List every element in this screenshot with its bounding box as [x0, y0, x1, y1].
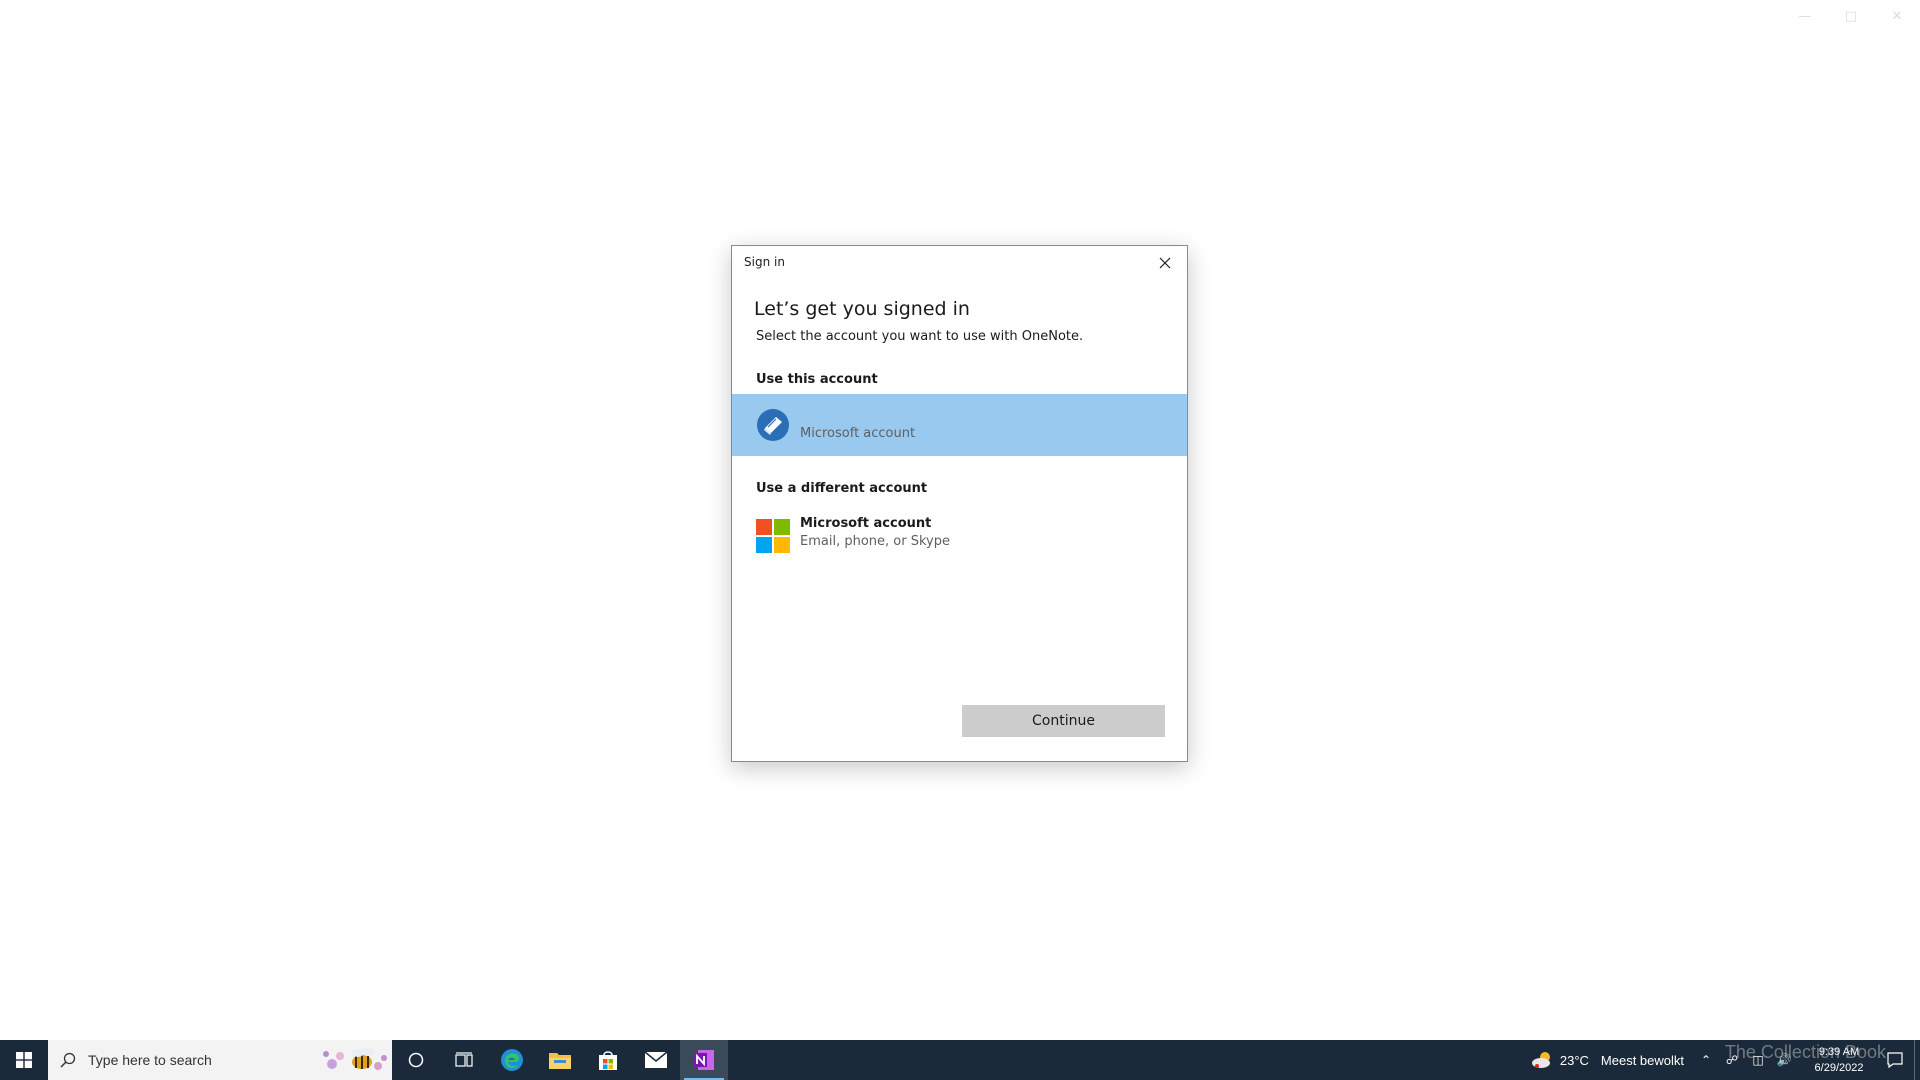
- close-window-icon[interactable]: ✕: [1874, 0, 1920, 32]
- weather-widget[interactable]: 23°C Meest bewolkt: [1530, 1050, 1684, 1070]
- show-desktop-button[interactable]: [1914, 1040, 1920, 1080]
- continue-button[interactable]: Continue: [962, 705, 1165, 737]
- use-different-account-label: Use a different account: [756, 481, 928, 496]
- microsoft-logo-icon: [756, 519, 790, 553]
- taskbar-file-explorer[interactable]: [536, 1040, 584, 1080]
- clock-date: 6/29/2022: [1814, 1062, 1864, 1074]
- close-icon: [1159, 257, 1171, 269]
- task-view-icon: [455, 1052, 473, 1067]
- use-this-account-label: Use this account: [756, 372, 878, 387]
- taskbar-mail[interactable]: [632, 1040, 680, 1080]
- weather-temperature: 23°C: [1559, 1052, 1589, 1068]
- taskbar: Type here to search 23°C Meest bewolkt ⌃…: [0, 1040, 1920, 1080]
- windows-logo-icon: [16, 1052, 32, 1068]
- dialog-subtext: Select the account you want to use with …: [756, 329, 1084, 344]
- speaker-icon[interactable]: 🔊: [1772, 1040, 1796, 1080]
- action-center-button[interactable]: [1876, 1040, 1914, 1080]
- dialog-title: Sign in: [744, 255, 785, 269]
- taskbar-onenote[interactable]: [680, 1040, 728, 1080]
- search-placeholder: Type here to search: [88, 1052, 212, 1068]
- search-highlight-bee-icon: [323, 1048, 387, 1070]
- other-account-name: Microsoft account: [800, 516, 932, 531]
- edge-icon: [501, 1049, 523, 1071]
- taskbar-edge[interactable]: [488, 1040, 536, 1080]
- weather-description: Meest bewolkt: [1600, 1052, 1684, 1068]
- mail-icon: [644, 1051, 668, 1068]
- taskbar-search-box[interactable]: Type here to search: [48, 1040, 392, 1080]
- maximize-icon[interactable]: □: [1828, 0, 1874, 32]
- onedrive-meet-icon[interactable]: ☍: [1720, 1040, 1744, 1080]
- different-account-row[interactable]: Microsoft account Email, phone, or Skype: [732, 512, 1187, 560]
- sign-in-dialog: Sign in Let’s get you signed in Select t…: [731, 245, 1188, 762]
- onenote-notebook-icon: [757, 409, 789, 441]
- taskbar-store[interactable]: [584, 1040, 632, 1080]
- clock-time: 9:39 AM: [1818, 1046, 1860, 1058]
- file-explorer-icon: [549, 1053, 571, 1069]
- task-view-button[interactable]: [440, 1040, 488, 1080]
- selected-account-name: Microsoft account: [800, 426, 916, 441]
- notification-icon: [1887, 1052, 1903, 1068]
- minimize-icon[interactable]: —: [1782, 0, 1828, 32]
- start-button[interactable]: [0, 1040, 48, 1080]
- network-icon[interactable]: ◫: [1746, 1040, 1770, 1080]
- selected-account-row[interactable]: Microsoft account: [732, 394, 1187, 456]
- close-button[interactable]: [1151, 250, 1179, 276]
- chevron-up-icon[interactable]: ⌃: [1694, 1040, 1718, 1080]
- store-icon: [599, 1051, 617, 1070]
- system-tray: 23°C Meest bewolkt ⌃ ☍ ◫ 🔊 9:39 AM 6/29/…: [1530, 1040, 1920, 1080]
- cortana-icon: [408, 1052, 424, 1068]
- onenote-icon: [694, 1050, 714, 1070]
- dialog-heading: Let’s get you signed in: [754, 298, 970, 320]
- tray-icons: ⌃ ☍ ◫ 🔊: [1694, 1040, 1796, 1080]
- taskbar-clock[interactable]: 9:39 AM 6/29/2022: [1802, 1044, 1876, 1076]
- cloud-weather-icon: [1531, 1052, 1550, 1068]
- window-controls: — □ ✕: [1782, 0, 1920, 32]
- cortana-button[interactable]: [392, 1040, 440, 1080]
- other-account-subtitle: Email, phone, or Skype: [800, 534, 950, 549]
- search-icon: [48, 1040, 88, 1080]
